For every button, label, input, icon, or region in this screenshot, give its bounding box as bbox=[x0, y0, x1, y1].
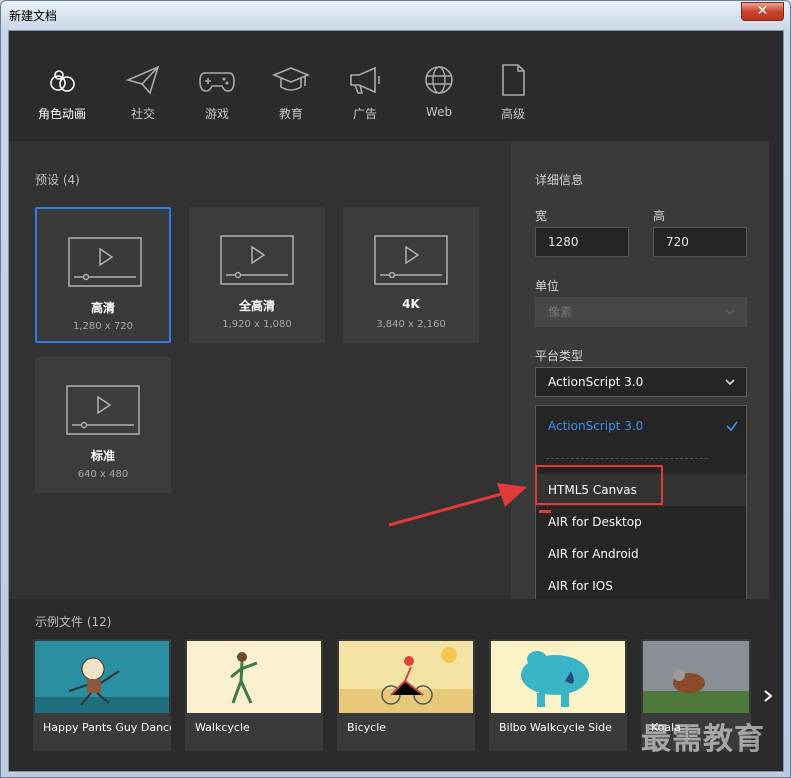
globe-icon bbox=[419, 63, 459, 97]
tab-character-animation[interactable]: 角色动画 bbox=[29, 63, 95, 157]
graduation-cap-icon bbox=[271, 63, 311, 97]
menu-item-air-desktop[interactable]: AIR for Desktop bbox=[536, 506, 746, 538]
menu-item-actionscript[interactable]: ActionScript 3.0 bbox=[536, 410, 746, 442]
menu-item-air-ios[interactable]: AIR for IOS bbox=[536, 570, 746, 602]
new-document-window: 新建文档 ✕ 角色动画 社交 游戏 教育 广告 Web 高级 预设 (4) 高清… bbox=[0, 0, 791, 778]
tab-label: 广告 bbox=[352, 107, 377, 121]
highlight-underline bbox=[539, 510, 551, 513]
video-preset-icon bbox=[220, 235, 294, 285]
height-label: 高 bbox=[653, 209, 666, 223]
details-title: 详细信息 bbox=[535, 173, 584, 187]
tab-advanced[interactable]: 高级 bbox=[480, 63, 546, 122]
sample-preview-image bbox=[35, 641, 169, 713]
menu-item-label: AIR for Desktop bbox=[548, 515, 642, 529]
sample-caption: Bilbo Walkcycle Side bbox=[499, 721, 612, 734]
video-preset-icon bbox=[68, 237, 142, 287]
preset-name: 4K bbox=[402, 297, 420, 311]
close-button[interactable]: ✕ bbox=[741, 2, 784, 21]
title-bar: 新建文档 ✕ bbox=[1, 1, 790, 29]
menu-item-air-android[interactable]: AIR for Android bbox=[536, 538, 746, 570]
unit-select: 像素 bbox=[535, 297, 747, 327]
tab-label: 教育 bbox=[278, 107, 303, 121]
sample-caption: Happy Pants Guy Dance bbox=[43, 721, 171, 734]
dialog-body: 角色动画 社交 游戏 教育 广告 Web 高级 预设 (4) 高清 1,280 … bbox=[8, 30, 784, 772]
menu-item-label: AIR for Android bbox=[548, 547, 639, 561]
tab-games[interactable]: 游戏 bbox=[184, 63, 250, 122]
video-preset-icon bbox=[66, 385, 140, 435]
samples-label: 示例文件 (12) bbox=[35, 615, 112, 629]
preset-name: 高清 bbox=[90, 301, 115, 315]
sample-preview-image bbox=[339, 641, 473, 713]
sample-caption: Bicycle bbox=[347, 721, 387, 734]
sample-preview-image bbox=[491, 641, 625, 713]
sample-thumb-happy-pants[interactable]: Happy Pants Guy Dance bbox=[33, 639, 171, 751]
sample-thumb-walkcycle[interactable]: Walkcycle bbox=[185, 639, 323, 751]
platform-label: 平台类型 bbox=[535, 349, 584, 363]
presets-panel: 预设 (4) 高清 1,280 x 720 全高清 1,920 x 1,080 … bbox=[9, 141, 511, 599]
tab-label: 游戏 bbox=[204, 107, 229, 121]
sample-preview-image bbox=[643, 641, 749, 713]
document-icon bbox=[493, 63, 533, 97]
menu-separator bbox=[546, 458, 708, 459]
preset-size: 3,840 x 2,160 bbox=[376, 319, 446, 330]
preset-size: 640 x 480 bbox=[77, 469, 129, 480]
preset-name: 全高清 bbox=[238, 299, 275, 313]
menu-item-label: AIR for IOS bbox=[548, 579, 613, 593]
tab-education[interactable]: 教育 bbox=[258, 63, 324, 122]
sample-files-panel: 示例文件 (12) Happy Pants Guy Dance Walkcycl… bbox=[9, 599, 783, 771]
preset-card-standard[interactable]: 标准 640 x 480 bbox=[35, 357, 171, 493]
unit-value: 像素 bbox=[548, 305, 573, 319]
preset-card-4k[interactable]: 4K 3,840 x 2,160 bbox=[343, 207, 479, 343]
sample-thumb-bilbo[interactable]: Bilbo Walkcycle Side bbox=[489, 639, 627, 751]
video-preset-icon bbox=[374, 235, 448, 285]
preset-card-hd[interactable]: 高清 1,280 x 720 bbox=[35, 207, 171, 343]
megaphone-icon bbox=[345, 63, 385, 97]
sample-preview-image bbox=[187, 641, 321, 713]
platform-dropdown-menu: ActionScript 3.0 HTML5 Canvas AIR for De… bbox=[535, 405, 747, 605]
chevron-right-icon[interactable] bbox=[761, 689, 775, 703]
chevron-down-icon bbox=[725, 379, 735, 386]
preset-size: 1,920 x 1,080 bbox=[222, 319, 292, 330]
sample-thumb-bicycle[interactable]: Bicycle bbox=[337, 639, 475, 751]
tab-advertising[interactable]: 广告 bbox=[332, 63, 398, 122]
watermark: 最需教育 bbox=[641, 722, 765, 757]
highlight-box bbox=[535, 465, 663, 505]
tab-label: 高级 bbox=[500, 107, 525, 121]
preset-size: 1,280 x 720 bbox=[73, 321, 133, 332]
checkmark-icon bbox=[726, 421, 738, 432]
chevron-down-icon bbox=[725, 309, 735, 316]
preset-name: 标准 bbox=[90, 449, 115, 463]
width-label: 宽 bbox=[535, 209, 548, 223]
tab-label: 角色动画 bbox=[37, 107, 86, 121]
platform-value: ActionScript 3.0 bbox=[548, 375, 644, 389]
paper-plane-icon bbox=[123, 63, 163, 97]
tab-social[interactable]: 社交 bbox=[110, 63, 176, 122]
tab-label: Web bbox=[425, 105, 453, 119]
tab-web[interactable]: Web bbox=[406, 63, 472, 119]
menu-item-label: ActionScript 3.0 bbox=[548, 419, 644, 433]
sample-caption: Walkcycle bbox=[195, 721, 250, 734]
height-field[interactable]: 720 bbox=[653, 227, 747, 257]
platform-select[interactable]: ActionScript 3.0 bbox=[535, 367, 747, 397]
window-title: 新建文档 bbox=[9, 9, 58, 23]
gamepad-icon bbox=[197, 63, 237, 97]
character-animation-icon bbox=[42, 63, 82, 97]
tab-label: 社交 bbox=[130, 107, 155, 121]
width-field[interactable]: 1280 bbox=[535, 227, 629, 257]
unit-label: 单位 bbox=[535, 279, 560, 293]
presets-label: 预设 (4) bbox=[35, 173, 80, 187]
preset-card-full-hd[interactable]: 全高清 1,920 x 1,080 bbox=[189, 207, 325, 343]
category-tabs: 角色动画 社交 游戏 教育 广告 Web 高级 bbox=[9, 31, 783, 157]
annotation-arrow-icon bbox=[388, 483, 527, 527]
